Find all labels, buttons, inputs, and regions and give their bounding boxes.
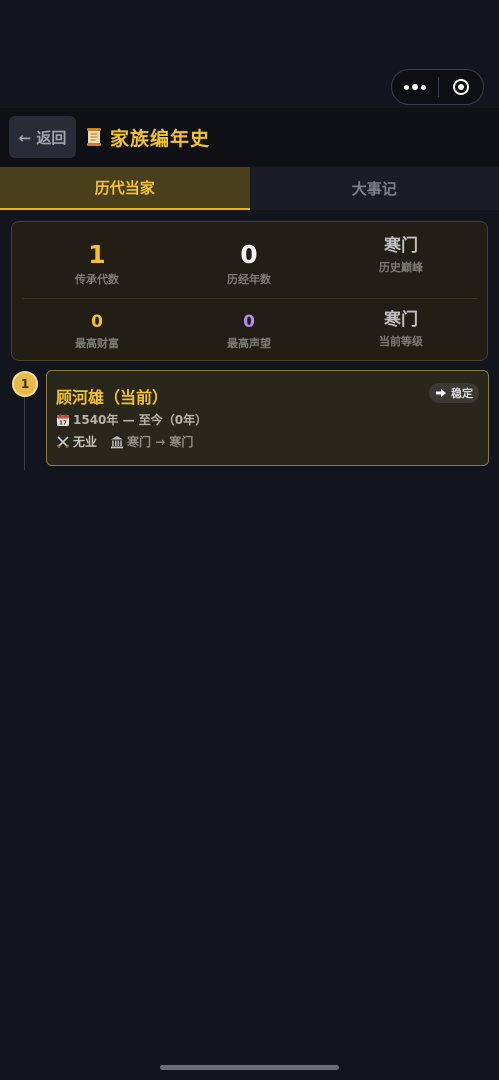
svg-text:17: 17 [59,420,67,426]
stat-value: 1 [88,240,106,269]
title-wrap: 家族编年史 [84,124,210,151]
stat-generations: 1 传承代数 [22,242,172,287]
scroll-icon [87,128,101,146]
stats-panel: 1 传承代数 0 历经年数 寒门 历史巅峰 0 最高财富 0 最高声望 寒门 当… [11,221,488,361]
crossed-swords-icon [56,435,70,448]
stat-max-prestige: 0 最高声望 [174,314,324,351]
stat-current-rank: 寒门 当前等级 [326,312,476,349]
tab-events[interactable]: 大事记 [249,167,499,210]
back-button[interactable]: ← 返回 [9,116,76,158]
close-target-icon[interactable] [439,79,483,95]
page-title: 家族编年史 [110,127,211,150]
calendar-icon: 17 [57,413,69,426]
arrow-right-icon [436,389,446,397]
stat-label: 历经年数 [227,273,271,286]
generation-card[interactable]: 顾河雄（当前） 稳定 17 1540年 — 至今（0年） 无业 寒门 → 寒门 [46,370,489,466]
stat-label: 历史巅峰 [379,261,423,274]
stat-label: 最高声望 [227,337,271,350]
tab-generations[interactable]: 历代当家 [0,167,250,210]
tab-bar: 历代当家 大事记 [0,167,499,210]
status-text: 稳定 [451,387,473,400]
page-header: ← 返回 家族编年史 [0,108,499,166]
stat-value: 0 [91,312,103,332]
miniprogram-capsule [391,69,484,105]
stat-value: 0 [240,240,258,269]
stat-label: 最高财富 [75,337,119,350]
status-badge: 稳定 [429,383,479,403]
period-text: 1540年 — 至今（0年） [73,413,208,427]
stat-value: 寒门 [384,310,418,330]
stat-value: 寒门 [384,236,418,256]
home-indicator [160,1065,339,1070]
more-icon[interactable] [392,84,438,90]
stat-years: 0 历经年数 [174,242,324,287]
stat-label: 传承代数 [75,273,119,286]
stat-value: 0 [243,312,255,332]
detail-row: 无业 寒门 → 寒门 [56,433,193,450]
head-name: 顾河雄（当前） [56,388,169,407]
classical-building-icon [111,435,124,448]
generation-index-badge: 1 [12,371,38,397]
timeline-line [24,396,25,470]
job-text: 无业 [73,435,98,449]
stats-divider [22,298,477,299]
period-row: 17 1540年 — 至今（0年） [56,411,207,428]
stat-label: 当前等级 [379,335,423,348]
rank-change-text: 寒门 → 寒门 [127,435,194,449]
stat-peak: 寒门 历史巅峰 [326,238,476,275]
stat-max-wealth: 0 最高财富 [22,314,172,351]
